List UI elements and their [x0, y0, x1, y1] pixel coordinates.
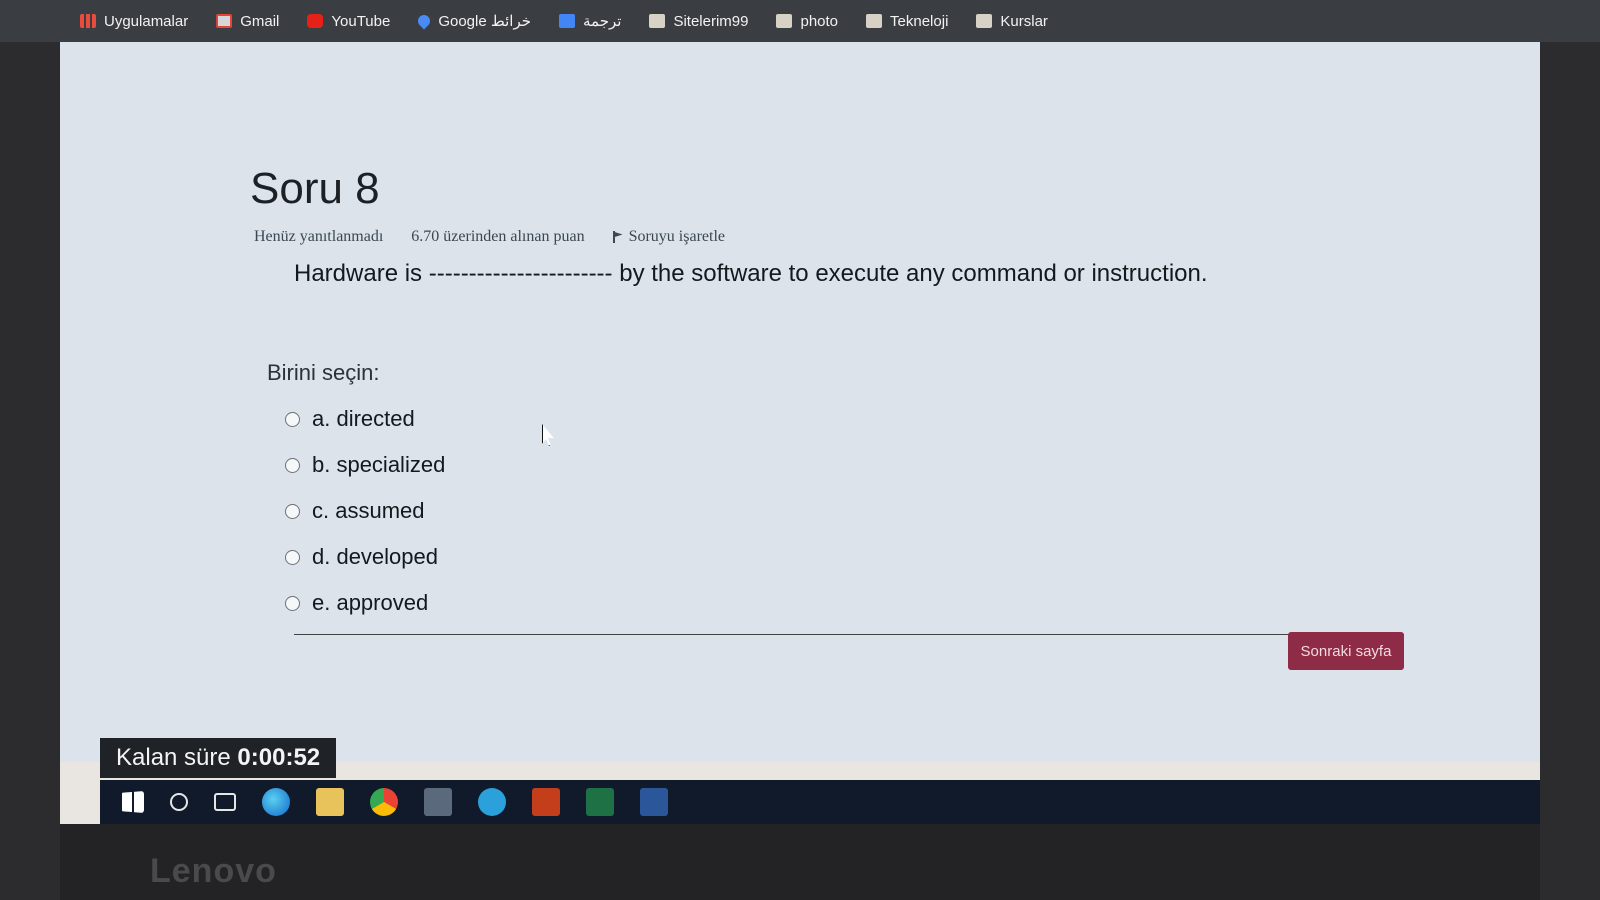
question-status: Henüz yanıtlanmadı: [254, 228, 384, 245]
answer-option-label: b. specialized: [312, 452, 446, 477]
radio-button[interactable]: [285, 549, 300, 565]
bookmark-google-maps[interactable]: Google خرائط: [415, 12, 532, 30]
screen-bezel-left: [0, 42, 60, 900]
quiz-page: Soru 8 Henüz yanıtlanmadı 6.70 üzerinden…: [60, 42, 1540, 762]
bookmark-label: Uygulamalar: [104, 12, 189, 30]
screen-bezel-right: [1540, 42, 1600, 900]
next-page-button[interactable]: Sonraki sayfa: [1288, 632, 1404, 670]
radio-button[interactable]: [285, 595, 300, 611]
google-maps-icon: [415, 12, 433, 30]
folder-icon: [976, 14, 993, 28]
folder-icon: [649, 14, 666, 28]
youtube-icon: [307, 14, 324, 28]
bookmark-apps[interactable]: Uygulamalar: [80, 13, 188, 30]
bookmark-label: ترجمة: [583, 13, 622, 30]
bookmark-label: YouTube: [331, 12, 391, 30]
apps-grid-icon: [80, 14, 96, 28]
excel-icon[interactable]: [586, 788, 614, 816]
answer-option-e[interactable]: e. approved: [285, 580, 445, 626]
bookmark-label: Tekneloji: [890, 12, 949, 30]
question-points: 6.70 üzerinden alınan puan: [411, 228, 585, 245]
question-text: Hardware is ----------------------- by t…: [294, 260, 1208, 288]
remaining-time-box: Kalan süre 0:00:52: [100, 738, 337, 778]
bookmark-gmail[interactable]: Gmail: [216, 13, 279, 30]
question-blank: -----------------------: [428, 260, 613, 287]
bookmark-translate[interactable]: ترجمة: [559, 12, 621, 30]
mouse-cursor-icon: [542, 424, 554, 446]
windows-taskbar: [100, 780, 1540, 824]
answer-option-d[interactable]: d. developed: [285, 534, 445, 580]
bookmark-photo[interactable]: photo: [776, 13, 838, 30]
bookmark-label: Sitelerim99: [673, 12, 749, 30]
question-text-before: Hardware is: [294, 260, 423, 287]
answer-option-label: c. assumed: [312, 498, 425, 523]
word-icon[interactable]: [640, 788, 668, 816]
task-view-icon[interactable]: [214, 793, 236, 811]
chrome-icon[interactable]: [370, 788, 398, 816]
radio-button[interactable]: [285, 457, 300, 473]
search-icon[interactable]: [170, 793, 188, 811]
flag-question-label: Soruyu işaretle: [628, 228, 725, 245]
file-explorer-icon[interactable]: [316, 788, 344, 816]
flag-question-link[interactable]: Soruyu işaretle: [612, 228, 725, 246]
bookmark-youtube[interactable]: YouTube: [307, 13, 390, 30]
google-translate-icon: [559, 14, 576, 28]
timer-label: Kalan süre: [116, 744, 231, 771]
answer-prompt: Birini seçin:: [267, 360, 380, 385]
timer-value: 0:00:52: [237, 744, 321, 771]
bookmarks-bar: Uygulamalar Gmail YouTube Google خرائط ت…: [0, 0, 1600, 42]
bookmark-kurslar[interactable]: Kurslar: [976, 13, 1048, 30]
answer-option-label: a. directed: [312, 406, 415, 431]
question-text-after: by the software to execute any command o…: [619, 260, 1208, 287]
edge-browser-icon[interactable]: [262, 788, 290, 816]
bookmark-label: Google خرائط: [438, 13, 532, 30]
section-divider: [294, 634, 1404, 635]
radio-button[interactable]: [285, 503, 300, 519]
folder-icon: [866, 14, 883, 28]
answer-option-label: d. developed: [312, 544, 438, 569]
radio-button[interactable]: [285, 411, 300, 427]
windows-start-icon[interactable]: [122, 791, 144, 813]
flag-icon: [612, 231, 623, 243]
gmail-icon: [216, 14, 233, 28]
answer-option-b[interactable]: b. specialized: [285, 442, 445, 488]
answer-option-label: e. approved: [312, 590, 429, 615]
question-info: Henüz yanıtlanmadı 6.70 üzerinden alınan…: [254, 228, 725, 246]
laptop-brand-logo: Lenovo: [150, 852, 277, 890]
answer-option-c[interactable]: c. assumed: [285, 488, 445, 534]
microsoft-store-icon[interactable]: [424, 788, 452, 816]
answer-options: a. directed b. specialized c. assumed d.…: [285, 396, 445, 626]
screen-bezel-bottom: [60, 824, 1540, 900]
folder-icon: [776, 14, 793, 28]
answer-option-a[interactable]: a. directed: [285, 396, 445, 442]
telegram-icon[interactable]: [478, 788, 506, 816]
bookmark-tekneloji[interactable]: Tekneloji: [866, 13, 948, 30]
question-title: Soru 8: [250, 164, 380, 213]
bookmark-sitelerim[interactable]: Sitelerim99: [649, 13, 748, 30]
bookmark-label: photo: [800, 12, 839, 30]
bookmark-label: Kurslar: [1000, 12, 1048, 30]
powerpoint-icon[interactable]: [532, 788, 560, 816]
bookmark-label: Gmail: [240, 12, 280, 30]
